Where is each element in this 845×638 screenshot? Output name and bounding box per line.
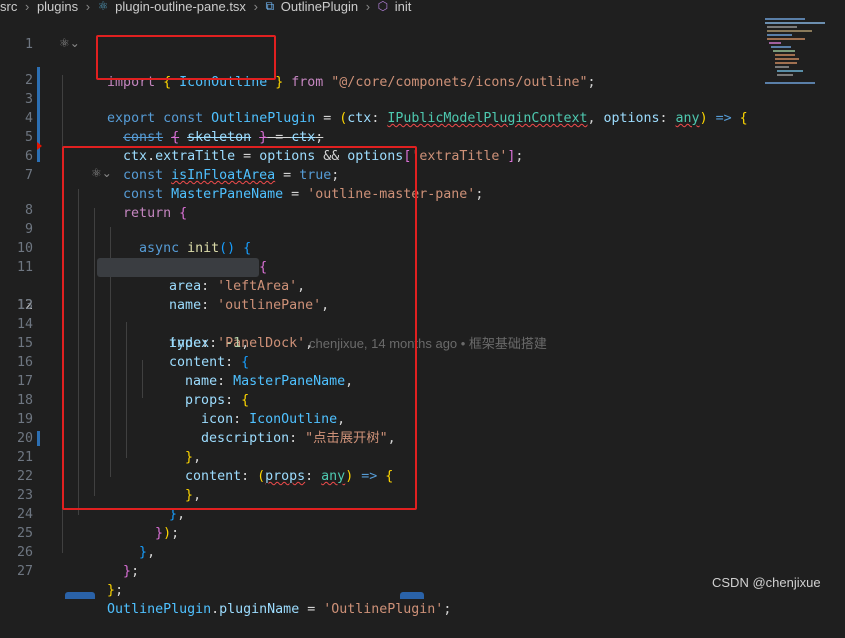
code-token: ,	[587, 111, 604, 126]
code-line: 11 name: 'outlinePane',	[0, 239, 329, 313]
code-line: 14 content: {	[0, 296, 249, 370]
code-line: 4 ctx.extraTitle = options && options['e…	[0, 90, 523, 164]
code-line: 9 skeleton.add({	[0, 201, 267, 275]
code-token: any	[675, 111, 700, 126]
code-token: ;	[131, 564, 140, 579]
code-line: 18 description: "点击展开树",	[0, 372, 396, 446]
minimap-line	[767, 26, 797, 28]
minimap-line	[773, 50, 795, 52]
status-bar-fragment	[65, 592, 95, 599]
react-codelens-icon[interactable]: ⚛⌄	[59, 36, 80, 50]
code-token: =	[299, 602, 324, 617]
minimap-line	[769, 42, 781, 44]
code-token: )	[163, 526, 172, 541]
code-token: }	[275, 75, 284, 90]
minimap-line	[765, 18, 805, 20]
code-line: 1 import { IconOutline } from "@/core/co…	[0, 16, 760, 90]
code-token: pluginName	[219, 602, 300, 617]
minimap-line	[775, 62, 797, 64]
minimap-line	[775, 66, 789, 68]
code-line: 19 },	[0, 391, 201, 465]
chevron-right-icon: ›	[253, 0, 258, 14]
minimap-line	[775, 58, 799, 60]
code-token: ;	[587, 75, 596, 90]
code-line: 23 });	[0, 467, 179, 541]
minimap-line	[775, 54, 795, 56]
code-token: 'OutlinePlugin'	[323, 602, 444, 617]
chevron-right-icon: ›	[24, 0, 30, 14]
code-line: 15 name: MasterPaneName,	[0, 315, 353, 389]
code-line: 5 const isInFloatArea = true;	[0, 109, 339, 183]
minimap[interactable]	[755, 16, 845, 96]
breadcrumb-item-file[interactable]: plugin-outline-pane.tsx	[115, 0, 246, 13]
minimap-line	[765, 22, 825, 24]
chevron-right-icon: ›	[365, 0, 371, 14]
line-number: 27	[16, 564, 33, 579]
code-token: :	[371, 111, 388, 126]
code-token: ;	[443, 602, 452, 617]
breadcrumb-item-symbol[interactable]: OutlinePlugin	[281, 0, 358, 13]
code-token: ;	[515, 149, 524, 164]
code-line: 20 content: (props: any) => {	[0, 410, 393, 484]
minimap-line	[777, 74, 793, 76]
code-line: 3 const { skeleton } = ctx;	[0, 71, 323, 145]
minimap-line	[767, 30, 812, 32]
code-token: }	[155, 526, 164, 541]
cube-icon: ⧉	[265, 0, 275, 13]
code-token: ,	[147, 545, 156, 560]
code-token: IPublicModelPluginContext	[387, 111, 588, 126]
chevron-right-icon: ›	[85, 0, 91, 14]
breadcrumb-item-plugins[interactable]: plugins	[37, 0, 78, 13]
code-token: .	[211, 602, 220, 617]
code-token: options	[603, 111, 660, 126]
annotation-box-return-block	[62, 146, 417, 510]
code-token: }	[139, 545, 148, 560]
code-token: :	[659, 111, 676, 126]
minimap-line	[771, 46, 791, 48]
breadcrumb-item-src[interactable]: src	[0, 0, 17, 13]
code-token: ctx	[347, 111, 372, 126]
minimap-line	[765, 82, 815, 84]
code-line: 10 area: 'leftArea',	[0, 220, 305, 294]
gutter-modified-mark	[37, 431, 40, 446]
code-line: 24 },	[0, 486, 155, 560]
gutter-deleted-mark	[37, 142, 42, 150]
code-line: 21 },	[0, 429, 201, 503]
code-line: 22 },	[0, 448, 185, 522]
react-icon: ⚛	[97, 0, 109, 13]
breadcrumb: src › plugins › ⚛ plugin-outline-pane.ts…	[0, 0, 845, 15]
code-line: 2 export const OutlinePlugin = (ctx: IPu…	[0, 52, 748, 126]
code-token: from	[291, 75, 324, 90]
code-line: 7 return {	[0, 147, 187, 221]
code-line: 17 icon: IconOutline,	[0, 353, 345, 427]
code-token: 'extraTitle'	[411, 149, 508, 164]
code-token: ;	[475, 187, 484, 202]
breadcrumb-item-method[interactable]: init	[395, 0, 412, 13]
code-token: =>	[707, 111, 740, 126]
minimap-line	[767, 38, 805, 40]
code-line: 25 };	[0, 505, 139, 579]
code-line: 8 async init() {	[0, 182, 251, 256]
code-line: 6 const MasterPaneName = 'outline-master…	[0, 128, 483, 202]
code-token: OutlinePlugin	[107, 602, 212, 617]
code-line: 26 };	[0, 524, 123, 598]
method-icon: ⬡	[377, 0, 389, 13]
code-token: "@/core/componets/icons/outline"	[331, 75, 588, 90]
code-line: 16 props: {	[0, 334, 249, 408]
csdn-watermark: CSDN @chenjixue	[712, 575, 821, 590]
annotation-box-plugin-name	[96, 35, 276, 80]
code-token: {	[739, 111, 748, 126]
code-token: }	[123, 564, 132, 579]
code-line: 27 OutlinePlugin.pluginName = 'OutlinePl…	[0, 543, 451, 617]
code-token: ;	[171, 526, 180, 541]
status-bar-fragment	[400, 592, 424, 599]
code-line: 13 index: -1,	[0, 277, 249, 351]
minimap-line	[767, 34, 792, 36]
minimap-line	[777, 70, 803, 72]
code-token: )	[699, 111, 708, 126]
